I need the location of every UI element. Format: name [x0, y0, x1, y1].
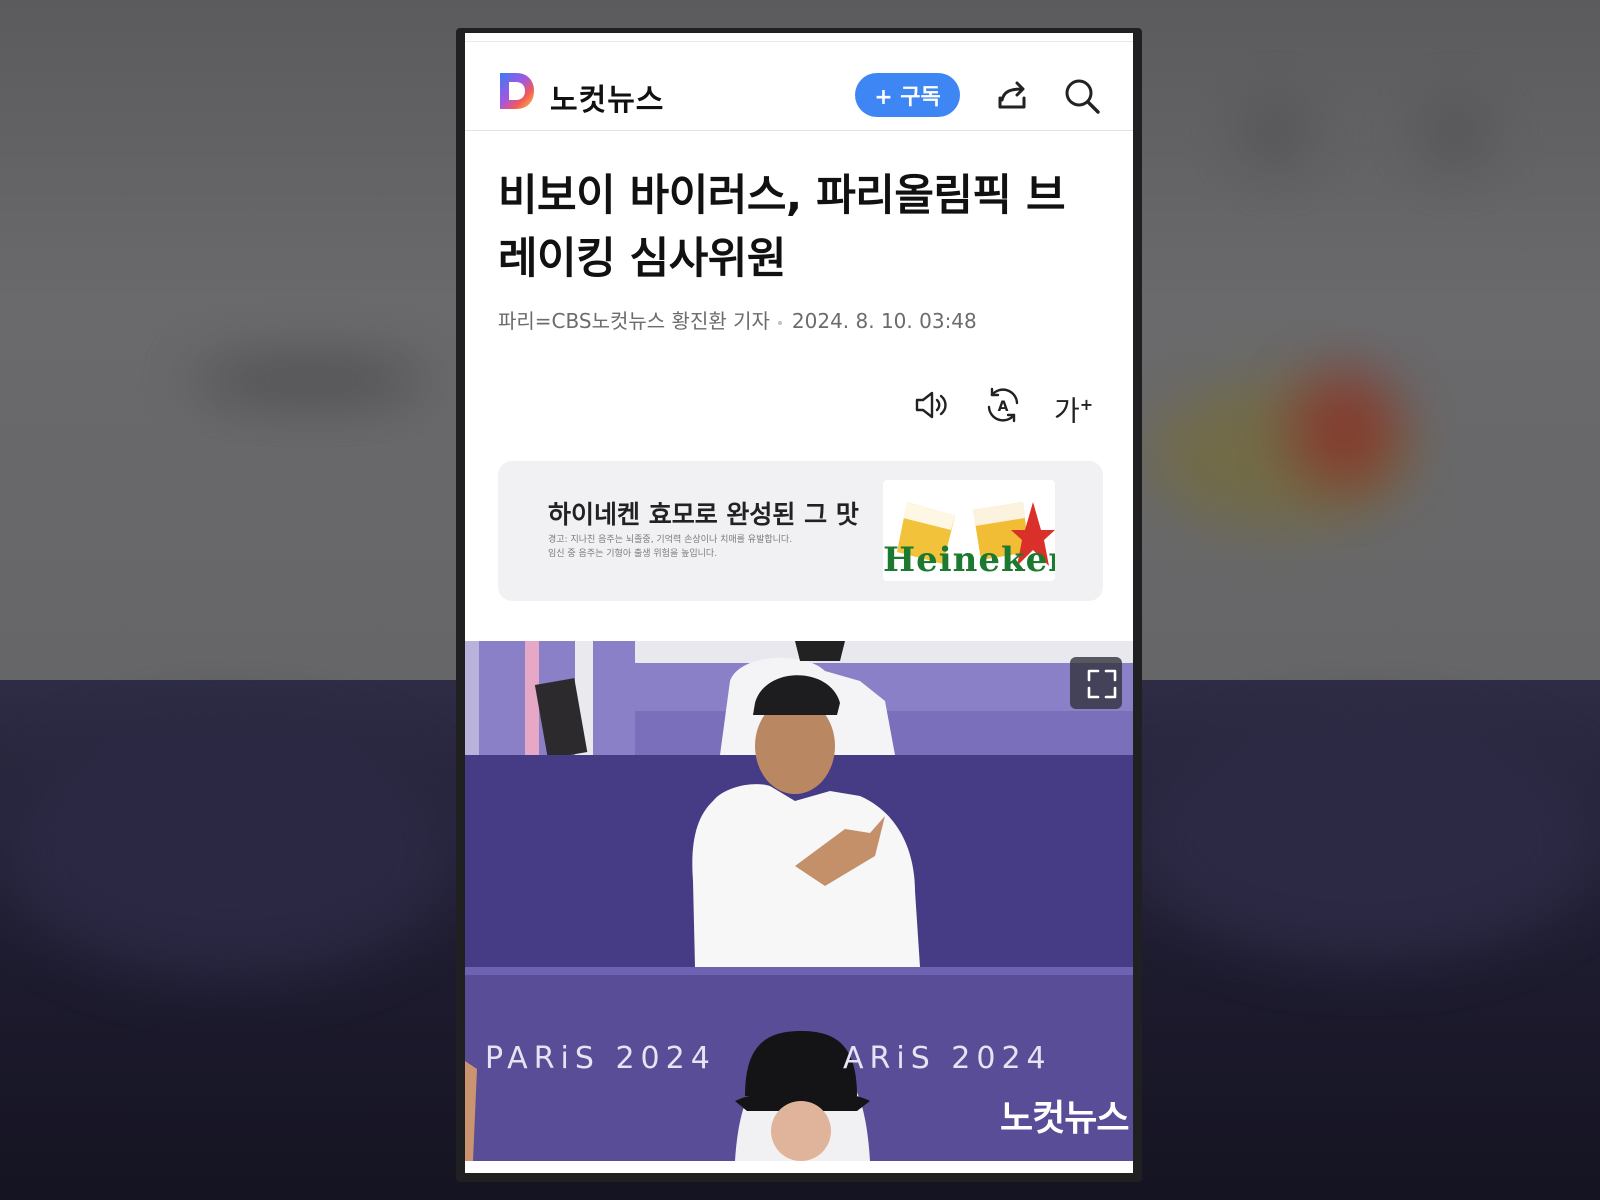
- photo-scene: [465, 641, 1133, 1161]
- speaker-icon[interactable]: [912, 385, 952, 425]
- separator-dot: [777, 320, 782, 325]
- ad-warning: 경고: 지나친 음주는 뇌졸중, 기억력 손상이나 치매를 유발합니다. 임신 …: [548, 533, 808, 561]
- share-icon[interactable]: [992, 76, 1032, 116]
- ad-warning-line: 경고: 지나친 음주는 뇌졸중, 기억력 손상이나 치매를 유발합니다.: [548, 535, 793, 545]
- app-screen: 노컷뉴스 + 구독 비보이 바이러스, 파리올림픽 브레이킹 심사위원 파리=C…: [465, 33, 1133, 1173]
- translate-icon[interactable]: A: [983, 385, 1023, 425]
- paris-banner-right: ARiS 2024: [843, 1041, 1052, 1076]
- brand-name[interactable]: 노컷뉴스: [550, 75, 664, 119]
- article-byline: 파리=CBS노컷뉴스 황진환 기자 2024. 8. 10. 03:48: [498, 305, 977, 334]
- ad-banner[interactable]: 하이네켄 효모로 완성된 그 맛 경고: 지나친 음주는 뇌졸중, 기억력 손상…: [498, 461, 1103, 601]
- reporter-name[interactable]: 파리=CBS노컷뉴스 황진환 기자: [498, 309, 770, 333]
- ad-image-brand: Heineken: [883, 540, 1055, 580]
- paris-banner-left: PARiS 2024: [485, 1041, 716, 1076]
- photo-watermark: 노컷뉴스: [1000, 1098, 1129, 1139]
- ad-image[interactable]: Heineken: [883, 480, 1055, 581]
- subscribe-button[interactable]: + 구독: [855, 73, 960, 117]
- font-size-label: 가: [1054, 394, 1080, 428]
- svg-text:A: A: [998, 399, 1009, 415]
- ad-warning-line: 임신 중 음주는 기형아 출생 위험을 높입니다.: [548, 549, 718, 559]
- expand-photo-button[interactable]: [1070, 657, 1122, 709]
- status-strip: [465, 33, 1133, 42]
- daum-logo-icon[interactable]: [498, 71, 536, 111]
- phone-frame: 노컷뉴스 + 구독 비보이 바이러스, 파리올림픽 브레이킹 심사위원 파리=C…: [456, 28, 1142, 1182]
- fullscreen-icon: [1087, 669, 1117, 699]
- article-photo[interactable]: PARiS 2024 ARiS 2024 노컷뉴스: [465, 641, 1133, 1161]
- font-size-button[interactable]: 가+: [1054, 385, 1094, 428]
- ad-title: 하이네켄 효모로 완성된 그 맛: [548, 500, 859, 529]
- app-header: 노컷뉴스 + 구독: [465, 42, 1133, 131]
- font-size-plus: +: [1079, 395, 1094, 414]
- search-icon[interactable]: [1062, 76, 1102, 116]
- article-title: 비보이 바이러스, 파리올림픽 브레이킹 심사위원: [498, 171, 1066, 284]
- publish-date: 2024. 8. 10. 03:48: [791, 309, 977, 333]
